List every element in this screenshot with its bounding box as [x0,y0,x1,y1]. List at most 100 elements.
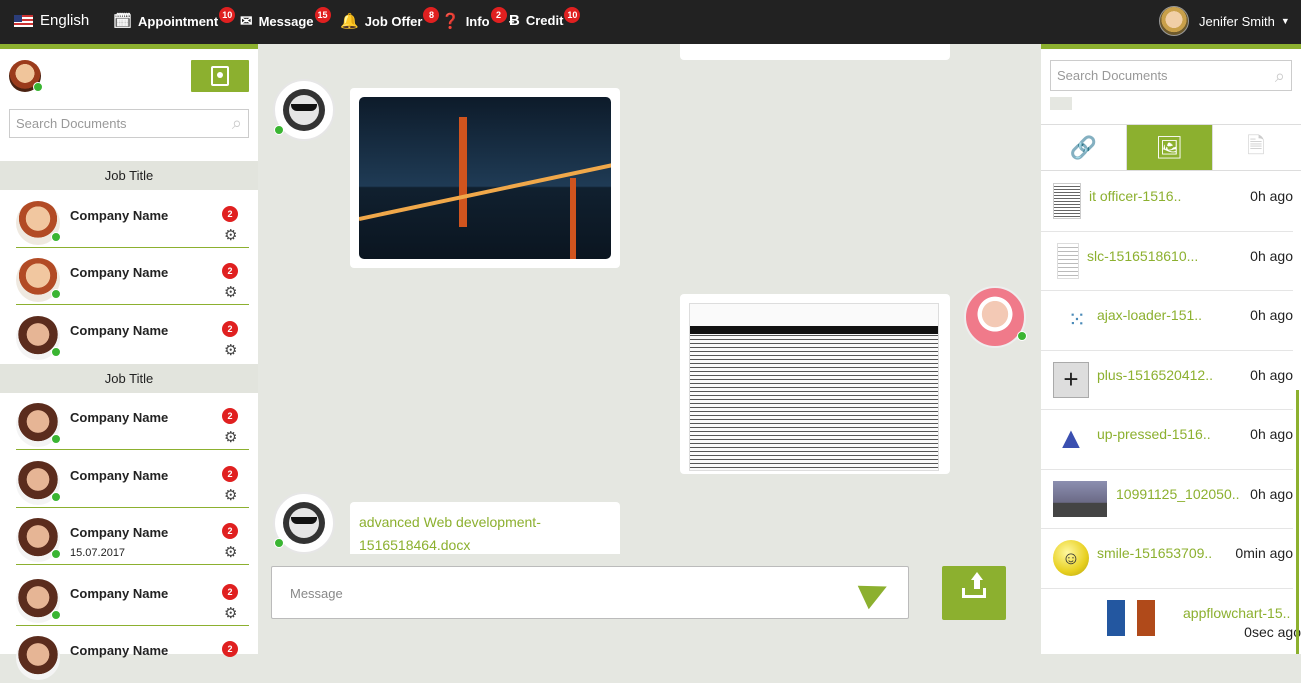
file-row[interactable]: appflowchart-15.. 0sec ago [1041,589,1301,649]
gear-icon[interactable]: ⚙ [224,604,237,622]
chevron-down-icon: ▼ [1280,16,1290,26]
gear-icon[interactable]: ⚙ [224,283,237,301]
nav-message-badge: 15 [314,7,331,23]
nav-job-offer[interactable]: 🔔 Job Offer 8 [340,7,440,30]
file-row[interactable]: it officer-1516.. 0h ago [1041,172,1293,232]
accent-bar [1041,44,1301,49]
gear-icon[interactable]: ⚙ [224,341,237,359]
tab-images[interactable]: 🖼 [1127,125,1213,170]
online-indicator [51,347,61,357]
right-search-input[interactable]: Search Documents ⌕ [1050,60,1292,91]
contact-row[interactable]: Company Name 2 ⚙ [16,191,249,248]
online-indicator [1017,331,1027,341]
online-indicator [274,125,284,135]
gear-icon[interactable]: ⚙ [224,428,237,446]
file-name[interactable]: up-pressed-1516.. [1097,426,1211,442]
file-time: 0min ago [1235,545,1293,561]
document-scan[interactable] [689,303,939,471]
file-name[interactable]: 10991125_102050.. [1116,486,1240,502]
image-icon: 🖼 [1155,134,1184,160]
bitcoin-icon: Ƀ [509,12,520,29]
upload-icon [962,572,986,598]
contact-name: Company Name [70,265,169,280]
unread-badge: 2 [222,641,238,657]
contact-avatar [16,636,60,680]
file-name[interactable]: slc-1516518610... [1087,248,1198,264]
contact-row[interactable]: Company Name 2 ⚙ [16,451,249,508]
bridge-photo[interactable] [359,97,611,259]
nav-credit[interactable]: Ƀ Credit 10 [509,6,581,29]
online-indicator [274,538,284,548]
contact-row[interactable]: Company Name 2 ⚙ [16,569,249,626]
online-indicator [51,492,61,502]
file-link[interactable]: advanced Web development-1516518464.docx [359,511,611,557]
left-search-input[interactable]: Search Documents ⌕ [9,109,249,138]
nav-info[interactable]: ❓ Info 2 [441,7,507,30]
address-book-button[interactable] [191,60,249,92]
file-time: 0h ago [1250,366,1293,383]
composer-bar: Message [258,554,1041,654]
contact-row[interactable]: Company Name 2 ⚙ [16,306,249,363]
contact-date: 15.07.2017 [70,547,126,559]
unread-badge: 2 [222,408,238,424]
photo-thumbnail [1053,480,1107,517]
address-book-icon [211,66,229,86]
bell-icon: 🔔 [340,13,359,30]
file-row[interactable]: ▲ up-pressed-1516.. 0h ago [1041,410,1293,470]
file-row[interactable]: + plus-1516520412.. 0h ago [1041,351,1293,410]
chat-area: advanced Web development-1516518464.docx… [258,44,1041,654]
smile-icon: ☺ [1053,540,1089,576]
left-search-placeholder: Search Documents [16,116,127,131]
unread-badge: 2 [222,263,238,279]
online-indicator [51,610,61,620]
nav-job-offer-label: Job Offer [364,13,423,29]
tab-links[interactable]: 🔗 [1041,125,1127,170]
file-time: 0h ago [1250,247,1293,264]
image-message[interactable] [680,44,950,60]
file-name[interactable]: it officer-1516.. [1089,188,1181,204]
contact-row[interactable]: Company Name 2 ⚙ [16,393,249,450]
search-icon[interactable]: ⌕ [1275,67,1285,85]
tab-word-docs[interactable]: 🗎 [1213,125,1299,170]
plus-icon: + [1053,361,1089,398]
contact-name: Company Name [70,410,169,425]
file-row[interactable]: ☺ smile-151653709.. 0min ago [1041,529,1293,589]
file-row[interactable]: 10991125_102050.. 0h ago [1041,470,1293,529]
user-avatar [964,286,1026,348]
online-indicator [51,434,61,444]
language-label: English [40,12,90,29]
word-doc-icon: 🗎 [1247,132,1265,158]
gear-icon[interactable]: ⚙ [224,486,237,504]
document-image-message[interactable] [680,294,950,474]
nav-appointment-label: Appointment [138,13,219,29]
contact-row[interactable]: Company Name 2 ⚙ [16,248,249,305]
upload-button[interactable] [942,566,1006,620]
message-input[interactable]: Message [271,566,909,619]
nav-appointment[interactable]: 🗓 Appointment 10 [113,7,236,30]
file-name[interactable]: plus-1516520412.. [1097,367,1213,383]
unread-badge: 2 [222,466,238,482]
question-icon: ❓ [441,13,460,30]
document-thumbnail [1053,183,1081,219]
file-name[interactable]: smile-151653709.. [1097,545,1212,561]
user-menu[interactable]: Jenifer Smith ▼ [1159,6,1290,36]
gear-icon[interactable]: ⚙ [224,543,237,561]
search-icon[interactable]: ⌕ [232,114,242,132]
file-name[interactable]: appflowchart-15.. [1183,605,1290,621]
file-row[interactable]: slc-1516518610... 0h ago [1041,232,1293,291]
documents-sidebar: Search Documents ⌕ 🔗 🖼 🗎 it officer-1516… [1041,44,1301,654]
file-row[interactable]: ⁙ ajax-loader-151.. 0h ago [1041,291,1293,351]
right-scrollbar[interactable] [1296,390,1299,654]
gear-icon[interactable]: ⚙ [224,226,237,244]
image-message[interactable] [350,88,620,268]
file-name[interactable]: ajax-loader-151.. [1097,307,1202,323]
contact-name: Company Name [70,323,169,338]
nav-message[interactable]: ✉ Message 15 [240,7,331,30]
nav-message-label: Message [258,13,314,29]
nav-appointment-badge: 10 [219,7,236,23]
file-time: 0h ago [1250,426,1293,442]
language-selector[interactable]: English [14,12,89,29]
group-header: Job Title [0,161,258,190]
contact-row[interactable]: Company Name 2 [16,626,249,683]
contact-row[interactable]: Company Name 15.07.2017 2 ⚙ [16,508,249,565]
